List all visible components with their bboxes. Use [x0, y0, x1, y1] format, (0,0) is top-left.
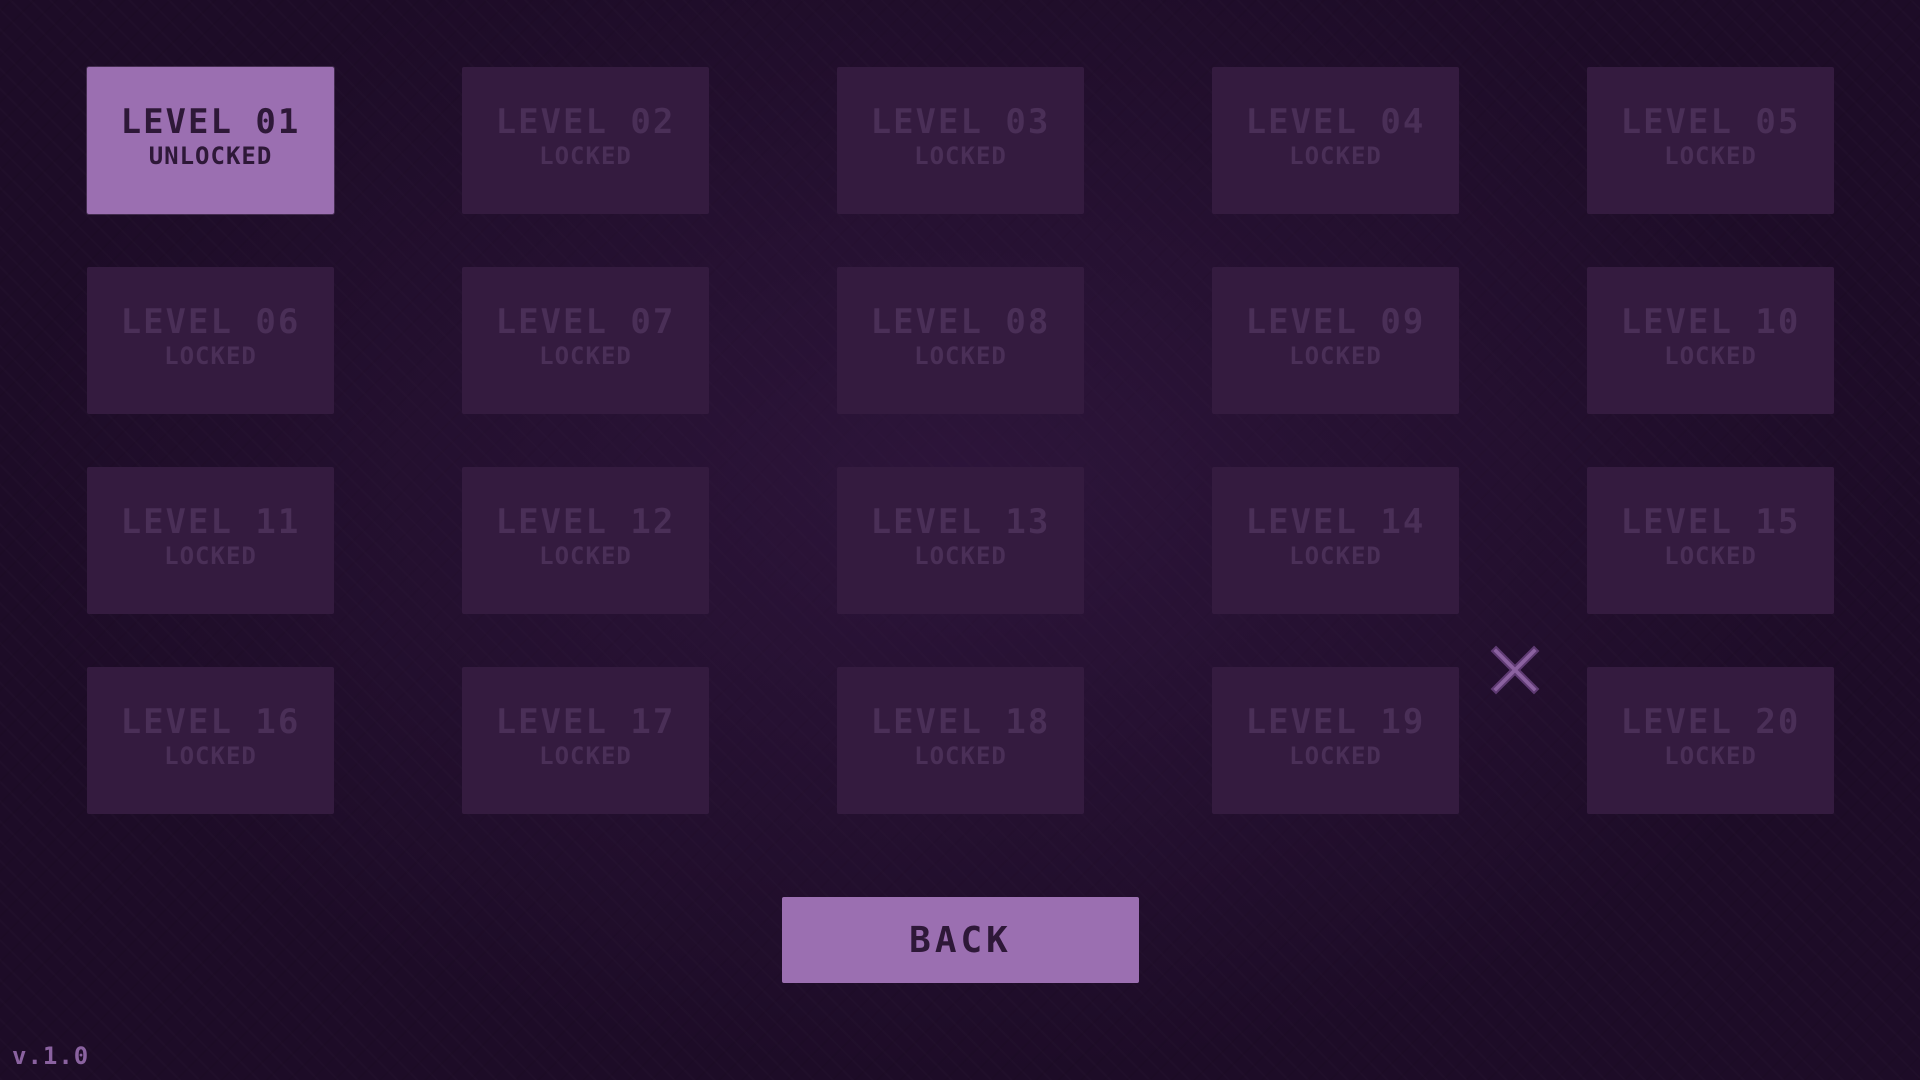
level-tile-01[interactable]: LEVEL 01 UNLOCKED [87, 67, 334, 214]
level-title: LEVEL 07 [495, 301, 676, 342]
level-tile-13[interactable]: LEVEL 13 LOCKED [837, 467, 1084, 614]
level-tile-07[interactable]: LEVEL 07 LOCKED [462, 267, 709, 414]
level-title: LEVEL 04 [1245, 101, 1426, 142]
level-title: LEVEL 02 [495, 101, 676, 142]
level-status: LOCKED [164, 741, 257, 770]
level-status: LOCKED [914, 741, 1007, 770]
level-tile-14[interactable]: LEVEL 14 LOCKED [1212, 467, 1459, 614]
level-tile-08[interactable]: LEVEL 08 LOCKED [837, 267, 1084, 414]
level-status: LOCKED [914, 341, 1007, 370]
level-status: LOCKED [1289, 741, 1382, 770]
level-status: LOCKED [164, 341, 257, 370]
level-title: LEVEL 12 [495, 501, 676, 542]
level-tile-19[interactable]: LEVEL 19 LOCKED [1212, 667, 1459, 814]
level-title: LEVEL 08 [870, 301, 1051, 342]
level-title: LEVEL 15 [1620, 501, 1801, 542]
back-button[interactable]: BACK [782, 897, 1139, 983]
level-tile-06[interactable]: LEVEL 06 LOCKED [87, 267, 334, 414]
x-cursor-icon [1490, 645, 1540, 695]
level-status: LOCKED [539, 541, 632, 570]
level-title: LEVEL 20 [1620, 701, 1801, 742]
level-tile-02[interactable]: LEVEL 02 LOCKED [462, 67, 709, 214]
level-status: LOCKED [1664, 541, 1757, 570]
level-tile-09[interactable]: LEVEL 09 LOCKED [1212, 267, 1459, 414]
level-title: LEVEL 13 [870, 501, 1051, 542]
level-status: LOCKED [914, 541, 1007, 570]
level-title: LEVEL 16 [120, 701, 301, 742]
level-tile-18[interactable]: LEVEL 18 LOCKED [837, 667, 1084, 814]
level-grid: LEVEL 01 UNLOCKED LEVEL 02 LOCKED LEVEL … [0, 0, 1920, 820]
level-status: LOCKED [1664, 741, 1757, 770]
level-tile-17[interactable]: LEVEL 17 LOCKED [462, 667, 709, 814]
level-tile-10[interactable]: LEVEL 10 LOCKED [1587, 267, 1834, 414]
level-status: LOCKED [1289, 341, 1382, 370]
level-tile-20[interactable]: LEVEL 20 LOCKED [1587, 667, 1834, 814]
level-tile-04[interactable]: LEVEL 04 LOCKED [1212, 67, 1459, 214]
level-title: LEVEL 05 [1620, 101, 1801, 142]
level-status: LOCKED [539, 741, 632, 770]
level-tile-03[interactable]: LEVEL 03 LOCKED [837, 67, 1084, 214]
level-title: LEVEL 17 [495, 701, 676, 742]
level-tile-05[interactable]: LEVEL 05 LOCKED [1587, 67, 1834, 214]
level-title: LEVEL 11 [120, 501, 301, 542]
level-title: LEVEL 14 [1245, 501, 1426, 542]
level-title: LEVEL 03 [870, 101, 1051, 142]
level-title: LEVEL 10 [1620, 301, 1801, 342]
level-tile-11[interactable]: LEVEL 11 LOCKED [87, 467, 334, 614]
level-status: LOCKED [1289, 541, 1382, 570]
level-status: LOCKED [1664, 141, 1757, 170]
level-select-screen: LEVEL 01 UNLOCKED LEVEL 02 LOCKED LEVEL … [0, 0, 1920, 1080]
level-tile-15[interactable]: LEVEL 15 LOCKED [1587, 467, 1834, 614]
version-label: v.1.0 [12, 1042, 90, 1070]
level-status: LOCKED [914, 141, 1007, 170]
level-title: LEVEL 19 [1245, 701, 1426, 742]
level-title: LEVEL 09 [1245, 301, 1426, 342]
level-status: LOCKED [1664, 341, 1757, 370]
level-status: UNLOCKED [148, 141, 273, 170]
level-title: LEVEL 01 [120, 101, 301, 142]
level-status: LOCKED [539, 141, 632, 170]
level-status: LOCKED [1289, 141, 1382, 170]
back-button-label: BACK [909, 919, 1012, 961]
level-title: LEVEL 18 [870, 701, 1051, 742]
level-title: LEVEL 06 [120, 301, 301, 342]
x-cursor-icon-graphic [1490, 645, 1540, 695]
level-status: LOCKED [164, 541, 257, 570]
level-tile-16[interactable]: LEVEL 16 LOCKED [87, 667, 334, 814]
level-status: LOCKED [539, 341, 632, 370]
level-tile-12[interactable]: LEVEL 12 LOCKED [462, 467, 709, 614]
